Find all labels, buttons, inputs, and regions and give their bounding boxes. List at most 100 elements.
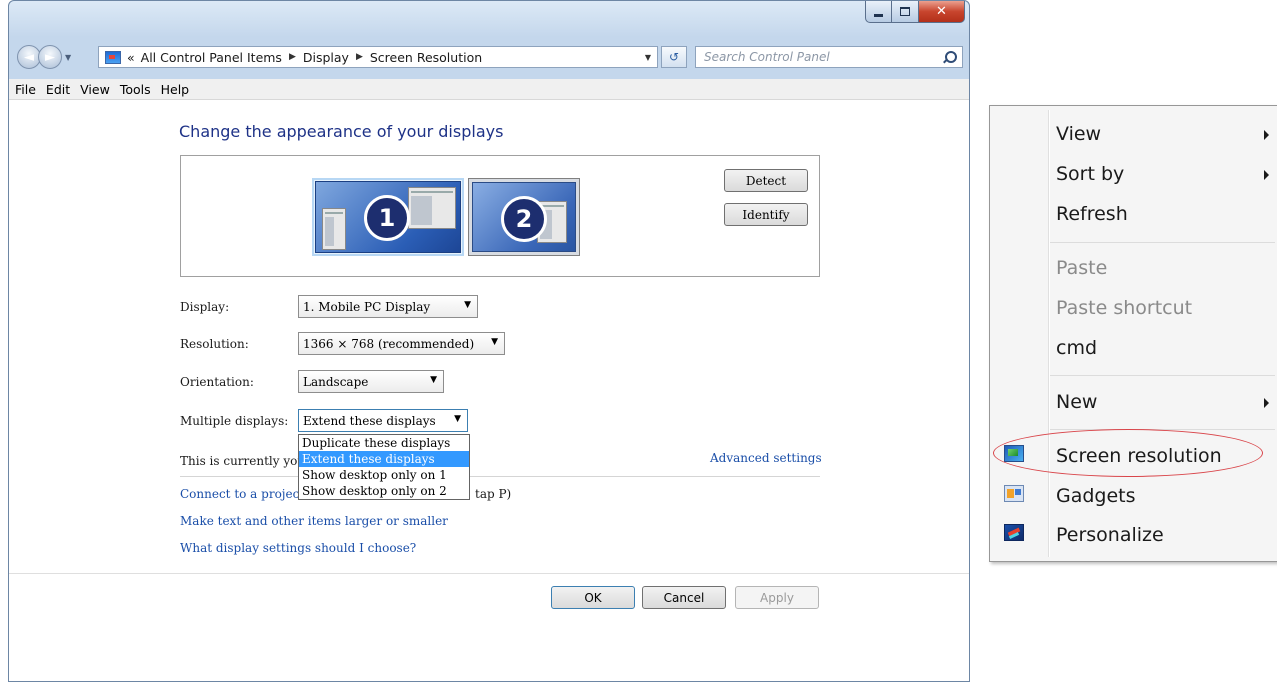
monitor-1-screen: 1 xyxy=(315,181,461,253)
orientation-select-value: Landscape xyxy=(303,374,369,389)
context-item-paste[interactable]: Paste xyxy=(990,253,1277,281)
control-panel-icon xyxy=(105,50,121,64)
personalize-icon xyxy=(1004,524,1024,541)
resolution-label: Resolution: xyxy=(180,337,249,351)
context-item-refresh[interactable]: Refresh xyxy=(990,199,1277,227)
option-only-1[interactable]: Show desktop only on 1 xyxy=(299,467,469,483)
chevron-down-icon: ▼ xyxy=(454,414,461,424)
breadcrumb-overflow[interactable]: « xyxy=(127,50,135,65)
search-icon[interactable] xyxy=(945,51,957,63)
recent-pages-dropdown-icon[interactable]: ▼ xyxy=(65,53,71,62)
monitor-1[interactable]: 1 xyxy=(312,178,464,256)
display-help-link[interactable]: What display settings should I choose? xyxy=(180,541,416,555)
ok-button[interactable]: OK xyxy=(551,586,635,609)
text-size-link[interactable]: Make text and other items larger or smal… xyxy=(180,514,448,528)
orientation-label: Orientation: xyxy=(180,375,254,389)
search-placeholder: Search Control Panel xyxy=(704,50,830,64)
menu-bar: File Edit View Tools Help xyxy=(9,79,969,100)
refresh-button[interactable]: ↺ xyxy=(661,46,687,68)
multiple-displays-label: Multiple displays: xyxy=(180,414,289,428)
gadgets-icon xyxy=(1004,485,1024,502)
breadcrumb-display[interactable]: Display xyxy=(303,50,349,65)
breadcrumb-separator-icon[interactable]: ▶ xyxy=(289,52,296,62)
divider xyxy=(180,476,820,477)
display-label: Display: xyxy=(180,300,230,314)
menu-separator xyxy=(1050,375,1275,376)
page-title: Change the appearance of your displays xyxy=(179,122,504,141)
divider xyxy=(9,573,969,574)
menu-separator xyxy=(1050,429,1275,430)
back-arrow-icon: ◄ xyxy=(24,49,34,65)
menu-separator xyxy=(1050,242,1275,243)
address-bar[interactable]: « All Control Panel Items ▶ Display ▶ Sc… xyxy=(98,46,658,68)
apply-button[interactable]: Apply xyxy=(735,586,819,609)
context-item-label: New xyxy=(1056,391,1098,413)
submenu-arrow-icon xyxy=(1264,398,1269,408)
context-item-label: Gadgets xyxy=(1056,485,1136,507)
breadcrumb-screen-resolution[interactable]: Screen Resolution xyxy=(370,50,482,65)
context-item-cmd[interactable]: cmd xyxy=(990,333,1277,361)
orientation-select[interactable]: Landscape ▼ xyxy=(298,370,444,393)
context-item-view[interactable]: View xyxy=(990,119,1277,147)
context-item-gadgets[interactable]: Gadgets xyxy=(990,481,1277,509)
close-icon: ✕ xyxy=(936,4,947,19)
connect-projector-link[interactable]: Connect to a projec xyxy=(180,487,299,501)
title-bar[interactable]: ✕ xyxy=(9,1,969,37)
content-area: Change the appearance of your displays 1… xyxy=(9,100,969,681)
chevron-down-icon: ▼ xyxy=(491,337,498,347)
close-button[interactable]: ✕ xyxy=(919,1,965,23)
monitor-number: 1 xyxy=(364,195,410,241)
menu-view[interactable]: View xyxy=(80,82,110,97)
menu-edit[interactable]: Edit xyxy=(46,82,70,97)
identify-button[interactable]: Identify xyxy=(724,203,808,226)
nav-buttons: ◄ ► ▼ xyxy=(17,45,71,69)
resolution-select-value: 1366 × 768 (recommended) xyxy=(303,336,475,351)
cancel-button[interactable]: Cancel xyxy=(642,586,726,609)
breadcrumb-separator-icon[interactable]: ▶ xyxy=(356,52,363,62)
context-item-label: Sort by xyxy=(1056,163,1125,185)
context-item-new[interactable]: New xyxy=(990,387,1277,415)
option-duplicate[interactable]: Duplicate these displays xyxy=(299,435,469,451)
submenu-arrow-icon xyxy=(1264,170,1269,180)
address-dropdown-icon[interactable]: ▼ xyxy=(645,53,651,62)
multiple-displays-dropdown: Duplicate these displays Extend these di… xyxy=(298,434,470,500)
context-item-label: View xyxy=(1056,123,1102,145)
context-item-label: Personalize xyxy=(1056,524,1164,546)
context-item-screen-resolution[interactable]: Screen resolution xyxy=(990,441,1277,469)
display-preview: 1 2 Detect Identify xyxy=(180,155,820,277)
context-item-personalize[interactable]: Personalize xyxy=(990,520,1277,548)
multiple-displays-select[interactable]: Extend these displays ▼ xyxy=(298,409,468,432)
forward-arrow-icon: ► xyxy=(45,49,55,65)
monitor-2[interactable]: 2 xyxy=(468,178,580,256)
context-item-label: Screen resolution xyxy=(1056,445,1222,467)
display-select-value: 1. Mobile PC Display xyxy=(303,299,431,314)
option-only-2[interactable]: Show desktop only on 2 xyxy=(299,483,469,499)
screen-resolution-icon xyxy=(1004,445,1024,462)
advanced-settings-link[interactable]: Advanced settings xyxy=(710,451,822,465)
monitor-number: 2 xyxy=(501,196,547,242)
multiple-displays-select-value: Extend these displays xyxy=(303,413,436,428)
forward-button[interactable]: ► xyxy=(38,45,62,69)
breadcrumb-all-items[interactable]: All Control Panel Items xyxy=(141,50,282,65)
context-item-sort-by[interactable]: Sort by xyxy=(990,159,1277,187)
context-item-label: Refresh xyxy=(1056,203,1128,225)
detect-button[interactable]: Detect xyxy=(724,169,808,192)
resolution-select[interactable]: 1366 × 768 (recommended) ▼ xyxy=(298,332,505,355)
menu-file[interactable]: File xyxy=(15,82,36,97)
context-item-paste-shortcut[interactable]: Paste shortcut xyxy=(990,293,1277,321)
refresh-icon: ↺ xyxy=(668,50,680,64)
main-display-text: This is currently you xyxy=(180,454,306,468)
minimize-button[interactable] xyxy=(865,1,892,23)
navigation-bar: ◄ ► ▼ « All Control Panel Items ▶ Displa… xyxy=(9,44,969,72)
display-select[interactable]: 1. Mobile PC Display ▼ xyxy=(298,295,478,318)
projector-shortcut-text: tap P) xyxy=(475,487,512,501)
menu-help[interactable]: Help xyxy=(161,82,190,97)
submenu-arrow-icon xyxy=(1264,130,1269,140)
search-input[interactable]: Search Control Panel xyxy=(695,46,963,68)
window-thumbnail-icon xyxy=(322,208,346,250)
minimize-icon xyxy=(874,14,883,17)
screen-resolution-window: ✕ ◄ ► ▼ « All Control Panel Items ▶ Disp… xyxy=(8,0,970,682)
maximize-button[interactable] xyxy=(892,1,919,23)
menu-tools[interactable]: Tools xyxy=(120,82,151,97)
option-extend[interactable]: Extend these displays xyxy=(299,451,469,467)
